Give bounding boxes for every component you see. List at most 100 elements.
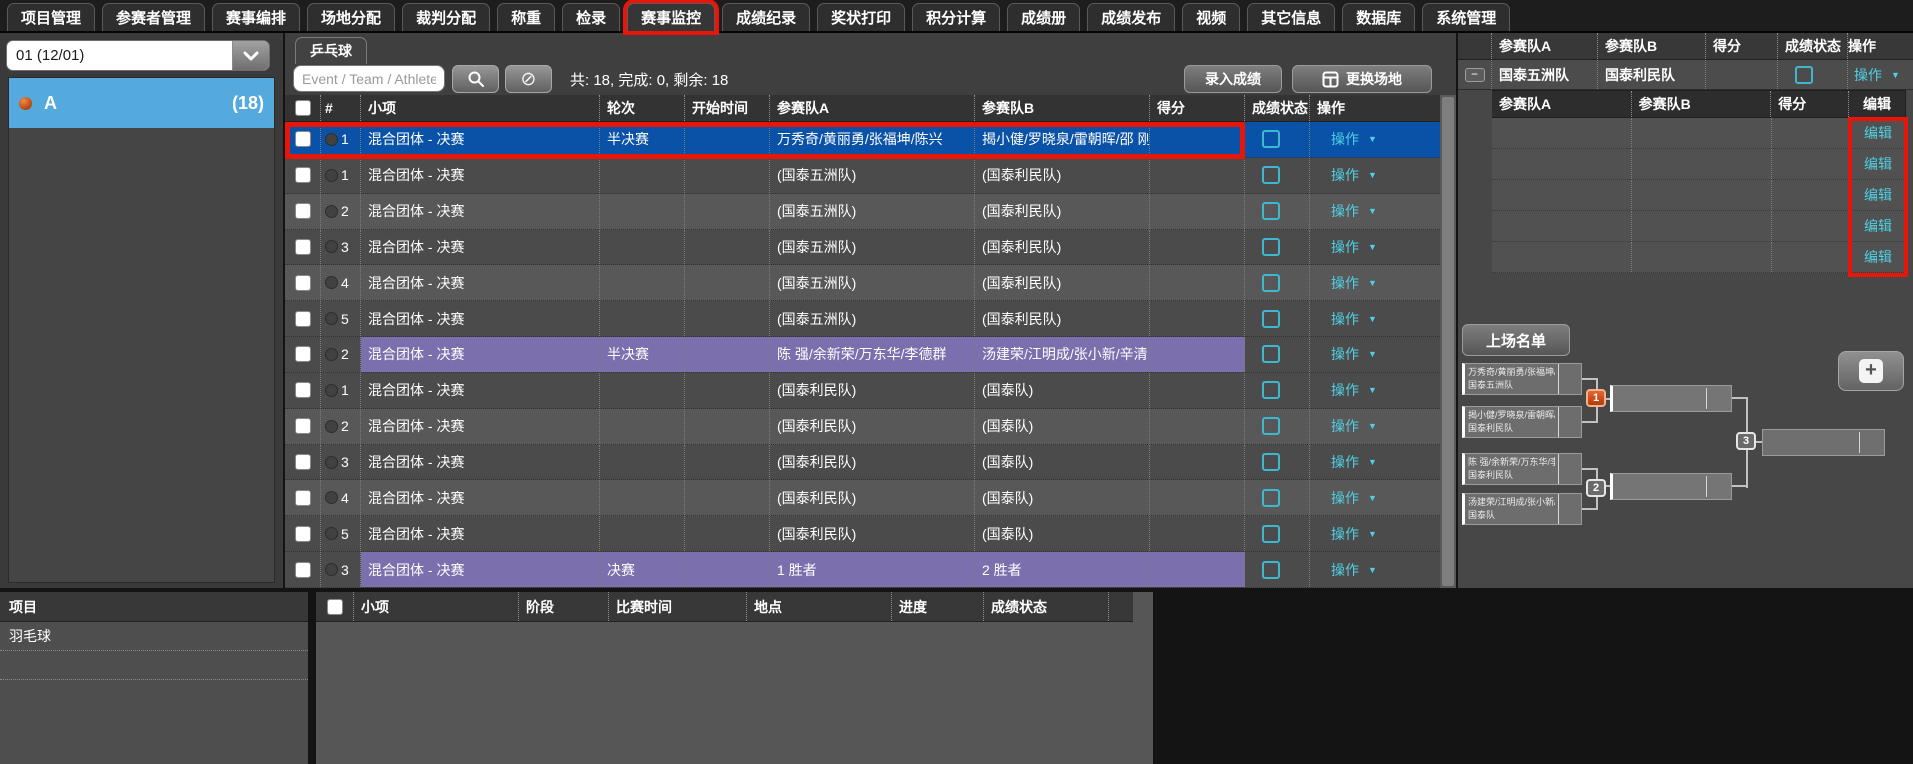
match-table-row[interactable]: 5 混合团体 - 决赛 (国泰利民队) (国泰队) 操作▼	[285, 516, 1440, 552]
match-table-row[interactable]: 3 混合团体 - 决赛 决赛 1 胜者 2 胜者 操作▼	[285, 552, 1440, 588]
score-status-checkbox[interactable]	[1262, 202, 1280, 220]
bracket-team-box[interactable]: 汤建荣/江明成/张小新/ 国泰队	[1462, 493, 1582, 525]
row-checkbox[interactable]	[295, 311, 311, 327]
match-table-row[interactable]: 4 混合团体 - 决赛 (国泰五洲队) (国泰利民队) 操作▼	[285, 265, 1440, 301]
action-dropdown[interactable]: 操作▼	[1331, 344, 1377, 364]
match-table-row[interactable]: 1 混合团体 - 决赛 半决赛 万秀奇/黄丽勇/张福坤/陈兴 揭小健/罗晓泉/雷…	[285, 122, 1440, 158]
score-status-checkbox[interactable]	[1262, 561, 1280, 579]
row-checkbox[interactable]	[295, 454, 311, 470]
edit-link[interactable]: 编辑	[1864, 247, 1892, 267]
menu-item-成绩纪录[interactable]: 成绩纪录	[722, 3, 810, 31]
match-table-row[interactable]: 2 混合团体 - 决赛 (国泰利民队) (国泰队) 操作▼	[285, 409, 1440, 445]
clear-filter-button[interactable]: ⊘	[505, 65, 552, 93]
row-checkbox[interactable]	[295, 167, 311, 183]
menu-item-裁判分配[interactable]: 裁判分配	[402, 3, 490, 31]
menu-item-场地分配[interactable]: 场地分配	[307, 3, 395, 31]
search-input[interactable]	[293, 65, 445, 92]
menu-item-成绩发布[interactable]: 成绩发布	[1087, 3, 1175, 31]
session-select[interactable]: 01 (12/01)	[6, 40, 270, 71]
table-scrollbar[interactable]	[1440, 95, 1456, 588]
row-checkbox[interactable]	[295, 275, 311, 291]
menu-item-视频[interactable]: 视频	[1182, 3, 1240, 31]
score-status-checkbox[interactable]	[1262, 345, 1280, 363]
match-table-row[interactable]: 2 混合团体 - 决赛 (国泰五洲队) (国泰利民队) 操作▼	[285, 194, 1440, 230]
add-button[interactable]: +	[1838, 351, 1904, 391]
row-checkbox[interactable]	[295, 562, 311, 578]
menu-item-参赛者管理[interactable]: 参赛者管理	[102, 3, 205, 31]
action-dropdown[interactable]: 操作▼	[1331, 524, 1377, 544]
bracket-team-box[interactable]: 万秀奇/黄丽勇/张福坤/ 国泰五洲队	[1462, 363, 1582, 395]
group-list-item[interactable]: A (18)	[9, 78, 274, 128]
action-dropdown[interactable]: 操作▼	[1331, 273, 1377, 293]
edit-link[interactable]: 编辑	[1864, 123, 1892, 143]
action-dropdown[interactable]: 操作▼	[1331, 416, 1377, 436]
menu-item-其它信息[interactable]: 其它信息	[1247, 3, 1335, 31]
bracket-team-box[interactable]: 陈 强/余新荣/万东华/李 国泰利民队	[1462, 453, 1582, 485]
action-dropdown[interactable]: 操作▼	[1331, 488, 1377, 508]
score-status-checkbox[interactable]	[1262, 274, 1280, 292]
menu-item-奖状打印[interactable]: 奖状打印	[817, 3, 905, 31]
collapse-button[interactable]: −	[1465, 68, 1485, 82]
match-table-row[interactable]: 3 混合团体 - 决赛 (国泰利民队) (国泰队) 操作▼	[285, 445, 1440, 481]
menu-item-赛事编排[interactable]: 赛事编排	[212, 3, 300, 31]
match-table-row[interactable]: 5 混合团体 - 决赛 (国泰五洲队) (国泰利民队) 操作▼	[285, 301, 1440, 337]
sport-row[interactable]: 羽毛球	[0, 622, 308, 651]
action-dropdown[interactable]: 操作▼	[1331, 165, 1377, 185]
enter-score-button[interactable]: 录入成绩	[1184, 65, 1282, 93]
match-table-row[interactable]: 4 混合团体 - 决赛 (国泰利民队) (国泰队) 操作▼	[285, 480, 1440, 516]
menu-item-赛事监控[interactable]: 赛事监控	[627, 3, 715, 31]
scrollbar-thumb[interactable]	[1442, 97, 1454, 586]
action-dropdown[interactable]: 操作▼	[1331, 380, 1377, 400]
match-table-row[interactable]: 1 混合团体 - 决赛 (国泰利民队) (国泰队) 操作▼	[285, 373, 1440, 409]
action-dropdown[interactable]: 操作▼	[1331, 129, 1377, 149]
menu-item-检录[interactable]: 检录	[562, 3, 620, 31]
action-dropdown[interactable]: 操作▼	[1854, 65, 1900, 85]
score-status-checkbox[interactable]	[1262, 525, 1280, 543]
match-table-row[interactable]: 2 混合团体 - 决赛 半决赛 陈 强/余新荣/万东华/李德群 汤建荣/江明成/…	[285, 337, 1440, 373]
row-checkbox[interactable]	[295, 346, 311, 362]
match-table-row[interactable]: 1 混合团体 - 决赛 (国泰五洲队) (国泰利民队) 操作▼	[285, 158, 1440, 194]
change-venue-button[interactable]: 更换场地	[1292, 65, 1432, 93]
edit-link[interactable]: 编辑	[1864, 185, 1892, 205]
score-status-checkbox[interactable]	[1262, 130, 1280, 148]
bracket-team-box[interactable]: 揭小健/罗晓泉/雷朝晖/ 国泰利民队	[1462, 406, 1582, 438]
row-checkbox[interactable]	[295, 490, 311, 506]
select-all-checkbox[interactable]	[295, 100, 311, 116]
tab-table-tennis[interactable]: 乒乓球	[295, 37, 367, 64]
right-match-row[interactable]: − 国泰五洲队 国泰利民队 操作▼	[1458, 60, 1913, 90]
menu-item-项目管理[interactable]: 项目管理	[7, 3, 95, 31]
action-dropdown[interactable]: 操作▼	[1331, 560, 1377, 580]
action-dropdown[interactable]: 操作▼	[1331, 309, 1377, 329]
menu-item-系统管理[interactable]: 系统管理	[1422, 3, 1510, 31]
score-status-checkbox[interactable]	[1262, 166, 1280, 184]
score-status-checkbox[interactable]	[1262, 310, 1280, 328]
bottom-select-all-checkbox[interactable]	[327, 599, 343, 615]
menu-item-积分计算[interactable]: 积分计算	[912, 3, 1000, 31]
search-button[interactable]	[452, 65, 499, 93]
row-checkbox[interactable]	[295, 418, 311, 434]
menu-item-称重[interactable]: 称重	[497, 3, 555, 31]
row-checkbox[interactable]	[295, 382, 311, 398]
match-table-row[interactable]: 3 混合团体 - 决赛 (国泰五洲队) (国泰利民队) 操作▼	[285, 230, 1440, 266]
score-status-checkbox[interactable]	[1262, 489, 1280, 507]
lineup-button[interactable]: 上场名单	[1462, 324, 1570, 356]
session-select-button[interactable]	[232, 41, 269, 70]
row-checkbox[interactable]	[295, 239, 311, 255]
cell-start-time	[685, 480, 770, 515]
edit-link[interactable]: 编辑	[1864, 216, 1892, 236]
menu-item-成绩册[interactable]: 成绩册	[1007, 3, 1080, 31]
score-status-checkbox[interactable]	[1262, 417, 1280, 435]
menu-item-数据库[interactable]: 数据库	[1342, 3, 1415, 31]
edit-link[interactable]: 编辑	[1864, 154, 1892, 174]
score-status-checkbox[interactable]	[1262, 381, 1280, 399]
score-status-checkbox[interactable]	[1262, 238, 1280, 256]
score-status-checkbox[interactable]	[1262, 453, 1280, 471]
row-checkbox[interactable]	[295, 131, 311, 147]
action-dropdown[interactable]: 操作▼	[1331, 452, 1377, 472]
row-checkbox[interactable]	[295, 526, 311, 542]
sport-row-empty[interactable]	[0, 651, 308, 680]
action-dropdown[interactable]: 操作▼	[1331, 237, 1377, 257]
action-dropdown[interactable]: 操作▼	[1331, 201, 1377, 221]
score-status-checkbox[interactable]	[1795, 66, 1813, 84]
row-checkbox[interactable]	[295, 203, 311, 219]
